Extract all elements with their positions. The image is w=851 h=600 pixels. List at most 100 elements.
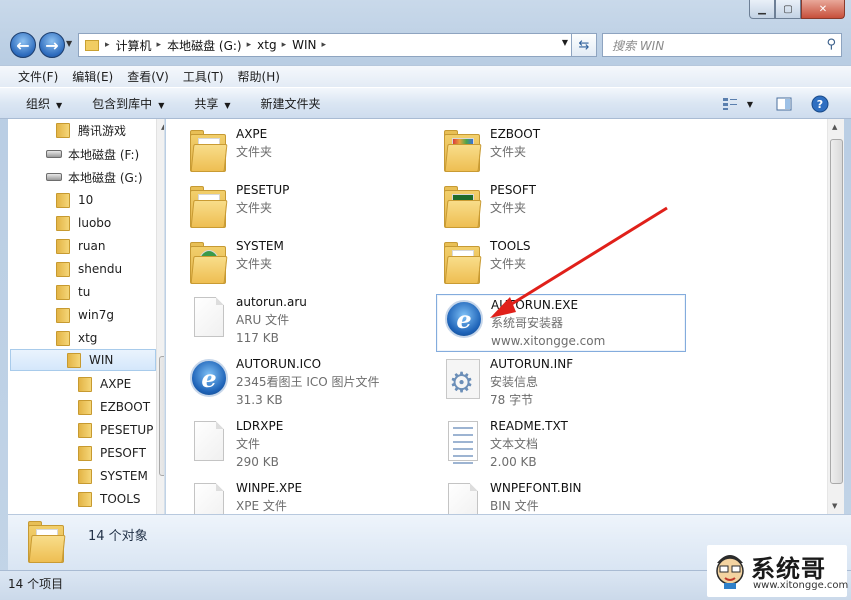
folder-icon <box>78 399 92 415</box>
scroll-up-icon[interactable]: ▲ <box>832 123 837 131</box>
drive-icon <box>46 173 62 181</box>
chevron-down-icon: ▼ <box>158 100 165 110</box>
breadcrumb-computer[interactable]: 计算机 <box>116 37 152 54</box>
preview-pane-icon[interactable] <box>774 94 794 114</box>
folder-icon <box>56 215 70 231</box>
file-item-ldrxpe[interactable]: LDRXPE 文件 290 KB <box>186 417 436 473</box>
file-item-ezboot[interactable]: EZBOOT 文件夹 <box>440 125 690 181</box>
tree-item-shendu[interactable]: shendu <box>56 258 122 280</box>
content-scroll-thumb[interactable] <box>830 139 843 484</box>
chevron-down-icon: ▼ <box>56 100 63 110</box>
share-button[interactable]: 共享 ▼ <box>194 95 230 112</box>
document-icon <box>186 293 230 341</box>
tree-item-pesetup[interactable]: PESETUP <box>78 419 153 441</box>
file-item-autorun-inf[interactable]: AUTORUN.INF安装信息78 字节 <box>440 355 690 411</box>
tree-item-axpe[interactable]: AXPE <box>78 373 131 395</box>
folder-icon <box>56 238 70 254</box>
close-button[interactable]: ✕ <box>801 0 845 19</box>
folder-icon <box>186 237 230 285</box>
history-dropdown-icon[interactable]: ▼ <box>66 39 72 48</box>
tree-item-win7g[interactable]: win7g <box>56 304 114 326</box>
folder-icon <box>85 39 99 51</box>
tree-item-tools[interactable]: TOOLS <box>78 488 141 510</box>
tree-item-pesoft[interactable]: PESOFT <box>78 442 146 464</box>
view-options-icon[interactable] <box>720 94 740 114</box>
search-input[interactable]: 搜索 WIN ⚲ <box>602 33 842 57</box>
file-item-pesoft[interactable]: PESOFT 文件夹 <box>440 181 690 237</box>
nav-scroll-thumb[interactable] <box>159 356 164 476</box>
minimize-button[interactable]: ▁ <box>749 0 775 19</box>
tree-item-tencent-games[interactable]: 腾讯游戏 <box>56 119 126 141</box>
watermark-url: www.xitongge.com <box>753 580 849 591</box>
file-item-system[interactable]: SYSTEM 文件夹 <box>186 237 436 293</box>
breadcrumb-xtg[interactable]: xtg <box>257 38 276 52</box>
svg-text:?: ? <box>817 98 823 111</box>
help-icon[interactable]: ? <box>810 94 830 114</box>
tree-item-10[interactable]: 10 <box>56 189 93 211</box>
status-item-count: 14 个项目 <box>8 577 64 591</box>
menu-bar: 文件(F) 编辑(E) 查看(V) 工具(T) 帮助(H) <box>0 65 851 87</box>
tree-item-win[interactable]: WIN <box>10 349 156 371</box>
forward-arrow-icon[interactable]: → <box>39 32 65 58</box>
nav-scrollbar[interactable]: ▲ <box>156 119 164 514</box>
address-dropdown-icon[interactable]: ▼ <box>562 38 568 47</box>
file-item-pesetup[interactable]: PESETUP 文件夹 <box>186 181 436 237</box>
folder-icon <box>67 352 81 368</box>
file-item-autorun-exe[interactable]: e AUTORUN.EXE 系统哥安装器 www.xitongge.com <box>436 294 686 352</box>
folder-icon <box>56 192 70 208</box>
scroll-down-icon[interactable]: ▼ <box>832 502 837 510</box>
folder-icon <box>56 122 70 138</box>
mascot-icon <box>716 555 744 589</box>
tree-item-ruan[interactable]: ruan <box>56 235 106 257</box>
object-count: 14 个对象 <box>88 529 148 544</box>
breadcrumb-win[interactable]: WIN <box>292 38 316 52</box>
watermark-brand: 系统哥 <box>751 555 826 583</box>
folder-icon <box>78 468 92 484</box>
breadcrumb-drive-g[interactable]: 本地磁盘 (G:) <box>167 37 242 54</box>
content-scrollbar[interactable]: ▲ ▼ <box>827 119 844 514</box>
settings-file-icon <box>440 355 484 403</box>
file-item-readme-txt[interactable]: README.TXT 文本文档 2.00 KB <box>440 417 690 473</box>
folder-icon <box>440 237 484 285</box>
search-placeholder: 搜索 WIN <box>612 38 665 53</box>
menu-tools[interactable]: 工具(T) <box>183 68 224 85</box>
tree-item-drive-g[interactable]: 本地磁盘 (G:) <box>46 166 143 188</box>
command-bar: 组织 ▼ 包含到库中 ▼ 共享 ▼ 新建文件夹 ▼ ? <box>0 87 851 119</box>
menu-view[interactable]: 查看(V) <box>127 68 169 85</box>
text-file-icon <box>440 417 484 465</box>
chevron-down-icon: ▼ <box>224 100 231 110</box>
tree-item-luobo[interactable]: luobo <box>56 212 111 234</box>
folder-icon <box>186 125 230 173</box>
navigation-pane: 腾讯游戏 本地磁盘 (F:) 本地磁盘 (G:) 10 luobo ruan s… <box>8 119 165 514</box>
include-in-library-button[interactable]: 包含到库中 ▼ <box>92 95 164 112</box>
address-bar[interactable]: ▸ 计算机 ▸ 本地磁盘 (G:) ▸ xtg ▸ WIN ▸ ▼ <box>78 33 575 57</box>
scroll-up-icon[interactable]: ▲ <box>161 123 164 131</box>
file-item-autorun-aru[interactable]: autorun.aru ARU 文件 117 KB <box>186 293 436 349</box>
new-folder-button[interactable]: 新建文件夹 <box>261 95 321 112</box>
tree-item-tu[interactable]: tu <box>56 281 90 303</box>
menu-edit[interactable]: 编辑(E) <box>72 68 113 85</box>
organize-button[interactable]: 组织 ▼ <box>26 95 62 112</box>
menu-help[interactable]: 帮助(H) <box>238 68 280 85</box>
back-arrow-icon[interactable]: ← <box>10 32 36 58</box>
folder-icon <box>440 125 484 173</box>
search-icon[interactable]: ⚲ <box>826 37 836 52</box>
folder-icon <box>78 376 92 392</box>
folder-icon <box>56 307 70 323</box>
refresh-icon[interactable]: ⇆ <box>571 33 597 57</box>
tree-item-xtg[interactable]: xtg <box>56 327 97 349</box>
menu-file[interactable]: 文件(F) <box>18 68 58 85</box>
folder-icon <box>56 284 70 300</box>
folder-icon <box>78 491 92 507</box>
file-item-tools[interactable]: TOOLS 文件夹 <box>440 237 690 293</box>
document-icon <box>186 417 230 465</box>
file-item-autorun-ico[interactable]: e AUTORUN.ICO 2345看图王 ICO 图片文件 31.3 KB <box>186 355 436 411</box>
file-item-axpe[interactable]: AXPE 文件夹 <box>186 125 436 181</box>
ie-icon: e <box>186 355 230 403</box>
folder-icon <box>78 422 92 438</box>
view-dropdown-icon[interactable]: ▼ <box>744 94 756 114</box>
maximize-button[interactable]: ▢ <box>775 0 801 19</box>
tree-item-ezboot[interactable]: EZBOOT <box>78 396 150 418</box>
tree-item-system[interactable]: SYSTEM <box>78 465 148 487</box>
tree-item-drive-f[interactable]: 本地磁盘 (F:) <box>46 143 139 165</box>
